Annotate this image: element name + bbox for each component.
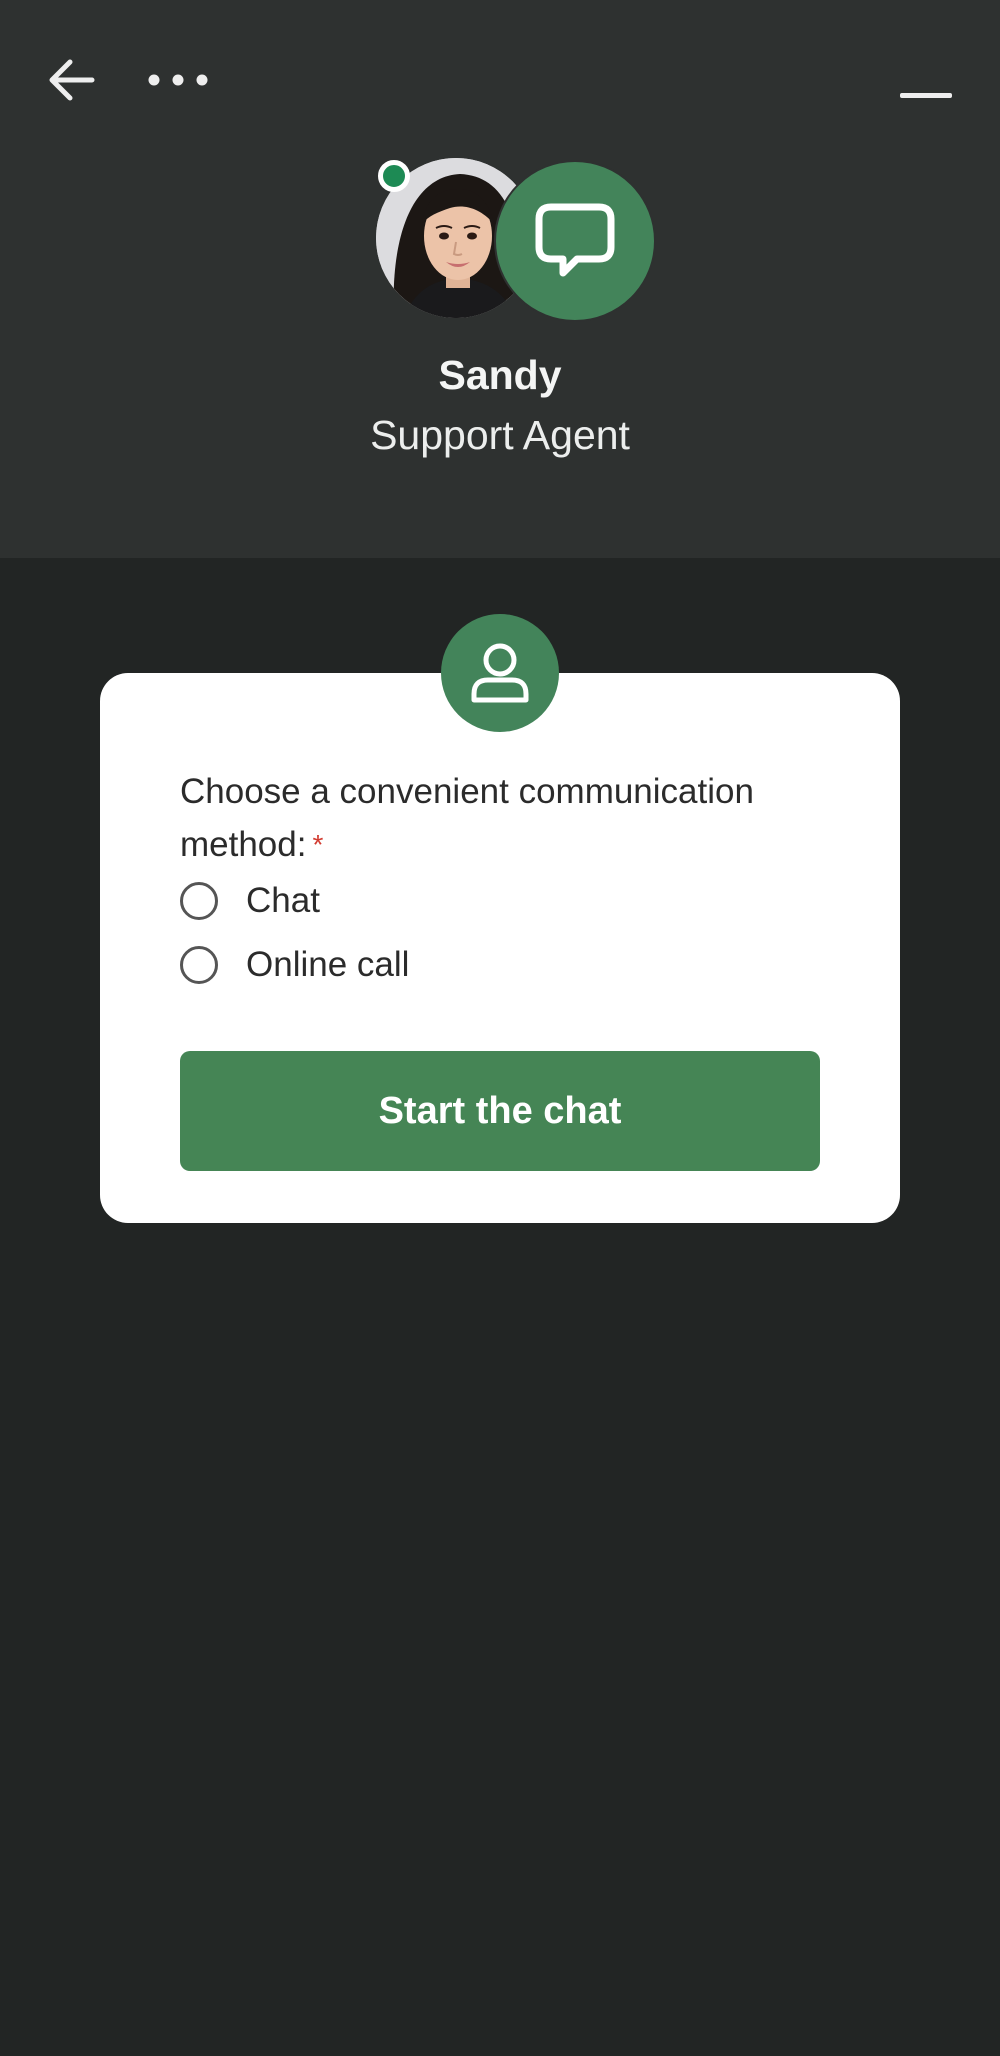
minimize-button[interactable] [890, 76, 962, 116]
question-text: Choose a convenient communication method… [180, 772, 754, 864]
header: Sandy Support Agent [0, 0, 1000, 558]
question-label: Choose a convenient communication method… [180, 765, 840, 871]
chat-bubble-icon [535, 203, 615, 277]
contact-method-form: Choose a convenient communication method… [100, 673, 900, 1223]
agent-name: Sandy [438, 352, 562, 398]
minimize-icon [900, 93, 952, 98]
form-user-badge [441, 614, 559, 732]
online-status-dot [378, 160, 410, 192]
more-options-icon [148, 74, 208, 86]
back-arrow-icon [49, 59, 95, 101]
option-label: Online call [246, 945, 410, 984]
bot-avatar [494, 160, 656, 322]
radio-button-online-call[interactable] [180, 946, 218, 984]
more-options-button[interactable] [140, 56, 216, 104]
user-icon [471, 643, 529, 703]
back-button[interactable] [40, 48, 104, 112]
required-mark: * [312, 829, 324, 860]
option-chat[interactable]: Chat [180, 881, 320, 921]
option-online-call[interactable]: Online call [180, 945, 409, 985]
agent-role: Support Agent [370, 412, 630, 458]
option-label: Chat [246, 881, 320, 920]
start-chat-button[interactable]: Start the chat [180, 1051, 820, 1171]
radio-button-chat[interactable] [180, 882, 218, 920]
